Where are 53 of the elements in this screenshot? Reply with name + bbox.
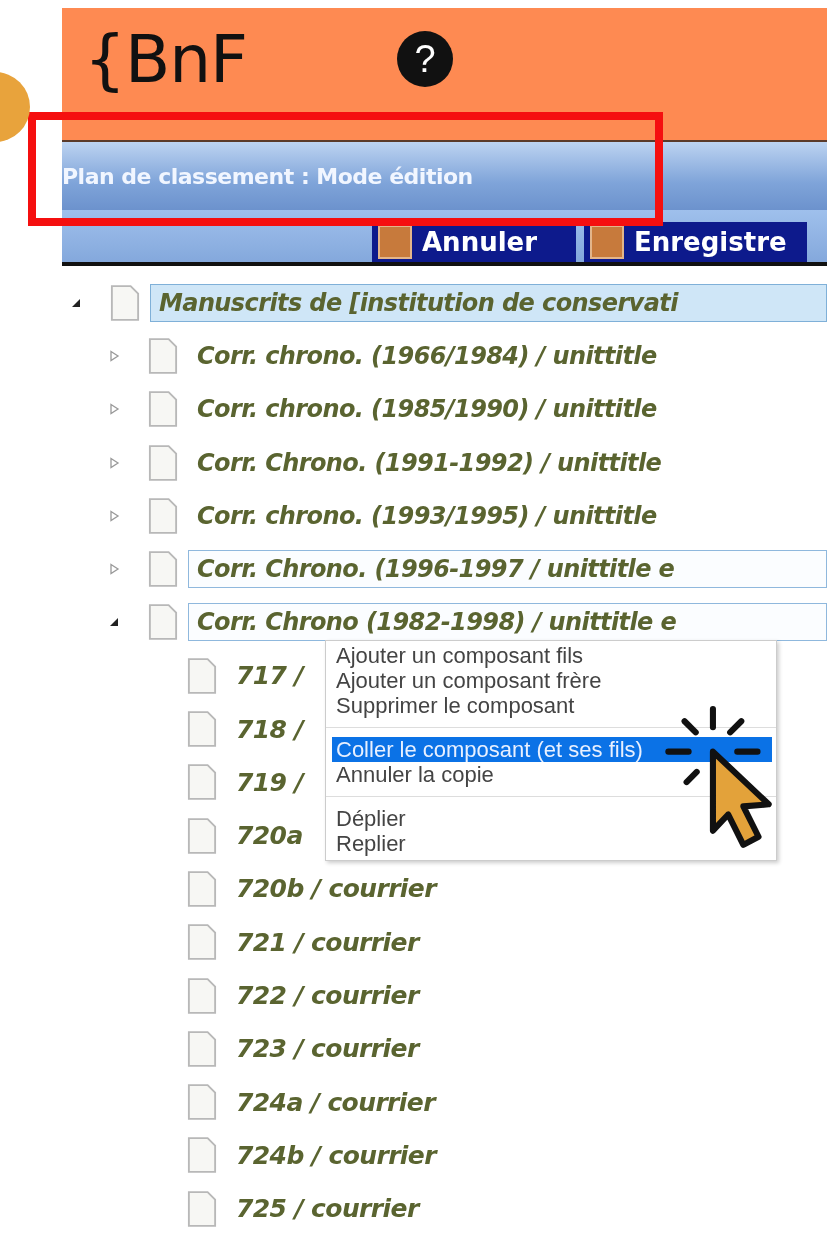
menu-item[interactable]: Déplier <box>332 806 772 831</box>
document-icon <box>187 764 217 801</box>
tree-item[interactable]: 724b / courrier <box>235 1135 445 1175</box>
document-icon <box>148 337 178 374</box>
document-icon <box>148 497 178 534</box>
tree-item[interactable]: 720b / courrier <box>235 869 445 909</box>
menu-item[interactable]: Annuler la copie <box>332 762 772 787</box>
document-icon <box>187 1030 217 1067</box>
document-icon <box>187 1084 217 1121</box>
expanded-arrow-icon[interactable] <box>108 616 120 629</box>
menu-item[interactable]: Ajouter un composant fils <box>332 643 772 668</box>
tree-item[interactable]: Corr. chrono. (1993/1995) / unittitle <box>188 496 666 535</box>
menu-item[interactable]: Coller le composant (et ses fils) <box>332 737 772 762</box>
document-icon <box>187 711 217 747</box>
menu-item[interactable]: Supprimer le composant <box>332 693 772 718</box>
document-icon <box>187 1137 217 1174</box>
collapsed-arrow-icon[interactable] <box>108 456 120 469</box>
tree-item[interactable]: 717 / <box>235 656 313 696</box>
tree-item[interactable]: 719 / <box>235 762 313 802</box>
document-icon <box>187 1190 217 1227</box>
tree-item[interactable]: 724a / courrier <box>235 1082 444 1122</box>
tree-item[interactable]: Corr. chrono. (1966/1984) / unittitle <box>188 336 666 375</box>
tree-item[interactable]: Corr. Chrono. (1991-1992) / unittitle <box>188 443 671 482</box>
document-icon <box>148 604 178 641</box>
collapsed-arrow-icon[interactable] <box>108 563 120 576</box>
tree-item[interactable]: Corr. chrono. (1985/1990) / unittitle <box>188 390 666 429</box>
tree-item[interactable]: 721 / courrier <box>235 922 428 962</box>
document-icon <box>148 551 178 588</box>
save-button[interactable]: Enregistre <box>584 222 807 262</box>
document-icon <box>148 444 178 481</box>
collapsed-arrow-icon[interactable] <box>108 509 120 522</box>
tree-item[interactable]: Manuscrits de [institution de conservati <box>150 283 827 322</box>
menu-item[interactable]: Replier <box>332 831 772 856</box>
document-icon <box>148 391 178 428</box>
document-icon <box>187 977 217 1014</box>
logo[interactable]: {BnF <box>84 20 248 98</box>
tree-item[interactable]: 722 / courrier <box>235 976 428 1015</box>
tree-item[interactable]: 720a <box>235 816 312 856</box>
collapsed-arrow-icon[interactable] <box>108 403 120 416</box>
tree-item[interactable]: Corr. Chrono (1982-1998) / unittitle e <box>188 603 827 642</box>
help-button[interactable]: ? <box>397 31 454 87</box>
tree-item[interactable]: 718 / <box>235 709 313 749</box>
document-icon <box>110 284 140 321</box>
menu-item[interactable]: Ajouter un composant frère <box>332 668 772 693</box>
collapsed-arrow-icon[interactable] <box>108 349 120 362</box>
document-icon <box>187 870 217 907</box>
tree-item[interactable]: Corr. Chrono. (1996-1997 / unittitle e <box>188 550 827 589</box>
tree-item[interactable]: 725 / courrier <box>235 1189 428 1229</box>
tree-item[interactable]: 723 / courrier <box>235 1029 428 1069</box>
page-title: Plan de classement : Mode édition <box>62 163 473 189</box>
document-icon <box>187 657 217 694</box>
document-icon <box>187 924 217 961</box>
document-icon <box>187 817 217 854</box>
